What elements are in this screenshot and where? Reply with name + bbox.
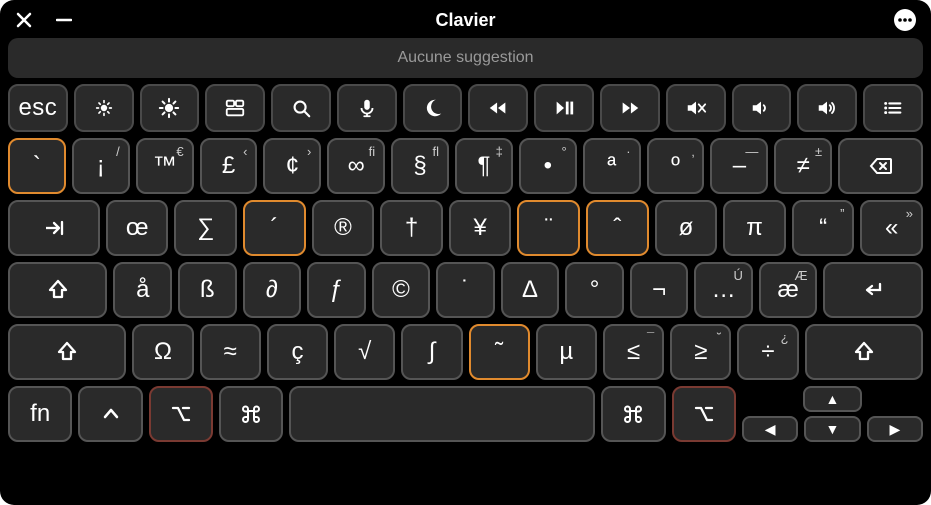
key-r-alt[interactable]: ® [312, 200, 375, 256]
brightness-down-key[interactable] [74, 84, 134, 132]
key-v-alt[interactable]: √ [334, 324, 395, 380]
option-right-key[interactable] [672, 386, 736, 442]
arrow-right-key[interactable]: ▶ [867, 416, 923, 442]
tab-key[interactable] [8, 200, 100, 256]
arrow-down-key[interactable]: ▼ [804, 416, 860, 442]
suggestion-text: Aucune suggestion [397, 49, 533, 67]
space-key[interactable] [289, 386, 595, 442]
key-w-alt[interactable]: ∑ [174, 200, 237, 256]
rewind-key[interactable] [468, 84, 528, 132]
arrow-up-key[interactable]: ▲ [803, 386, 862, 412]
key-o-alt[interactable]: ø [655, 200, 718, 256]
close-icon[interactable] [16, 12, 32, 28]
option-left-key[interactable] [149, 386, 213, 442]
more-icon[interactable] [893, 8, 917, 32]
command-right-key[interactable] [601, 386, 665, 442]
key-h-alt[interactable]: ˙ [436, 262, 495, 318]
shift-left-key[interactable] [8, 324, 126, 380]
key-i-alt[interactable]: ˆ [586, 200, 649, 256]
key-2-alt[interactable]: ™€ [136, 138, 194, 194]
volume-up-key[interactable] [797, 84, 857, 132]
key-4-alt[interactable]: ¢› [263, 138, 321, 194]
key-a-alt[interactable]: å [113, 262, 172, 318]
arrow-cluster: ▲ ◀ ▼ ▶ [742, 386, 923, 442]
minimize-icon[interactable] [56, 12, 72, 28]
mission-control-key[interactable] [205, 84, 265, 132]
key-0-alt[interactable]: º‚ [647, 138, 705, 194]
keyboard: esc `¡/™€£‹¢›∞fi§fl¶‡•°ª·º‚–—≠± œ∑´®†¥¨ˆ… [8, 84, 923, 497]
suggestion-bar: Aucune suggestion [8, 38, 923, 78]
key-t-alt[interactable]: † [380, 200, 443, 256]
key-n-alt[interactable]: ˜ [469, 324, 530, 380]
key-e-alt[interactable]: ´ [243, 200, 306, 256]
key-q-alt[interactable]: œ [106, 200, 169, 256]
keyboard-viewer-window: Clavier Aucune suggestion esc `¡/™€£‹¢›∞… [0, 0, 931, 505]
list-key[interactable] [863, 84, 923, 132]
dictation-key[interactable] [337, 84, 397, 132]
backspace-key[interactable] [838, 138, 923, 194]
titlebar: Clavier [8, 6, 923, 34]
key-x-alt[interactable]: ≈ [200, 324, 261, 380]
return-key[interactable] [823, 262, 922, 318]
key-b-alt[interactable]: ∫ [401, 324, 462, 380]
backtick-key[interactable]: ` [8, 138, 66, 194]
key-j-alt[interactable]: ∆ [501, 262, 560, 318]
key-z-alt[interactable]: Ω [132, 324, 193, 380]
command-left-key[interactable] [219, 386, 283, 442]
key-d-alt[interactable]: ∂ [243, 262, 302, 318]
shift-right-key[interactable] [805, 324, 923, 380]
key-5-alt[interactable]: ∞fi [327, 138, 385, 194]
key-rbracket-alt[interactable]: «» [860, 200, 923, 256]
key-1-alt[interactable]: ¡/ [72, 138, 130, 194]
key-7-alt[interactable]: ¶‡ [455, 138, 513, 194]
key-g-alt[interactable]: © [372, 262, 431, 318]
brightness-up-key[interactable] [140, 84, 200, 132]
key-minus-alt[interactable]: –— [710, 138, 768, 194]
key-8-alt[interactable]: •° [519, 138, 577, 194]
key-k-alt[interactable]: ° [565, 262, 624, 318]
key-u-alt[interactable]: ¨ [517, 200, 580, 256]
volume-down-key[interactable] [732, 84, 792, 132]
key-period-alt[interactable]: ≥˘ [670, 324, 731, 380]
key-3-alt[interactable]: £‹ [200, 138, 258, 194]
playpause-key[interactable] [534, 84, 594, 132]
control-key[interactable] [78, 386, 142, 442]
capslock-key[interactable] [8, 262, 107, 318]
key-semicolon-alt[interactable]: …Ú [694, 262, 753, 318]
window-title: Clavier [435, 10, 495, 31]
key-quote-alt[interactable]: æÆ [759, 262, 818, 318]
fn-key[interactable]: fn [8, 386, 72, 442]
key-p-alt[interactable]: π [723, 200, 786, 256]
esc-key[interactable]: esc [8, 84, 68, 132]
dnd-key[interactable] [403, 84, 463, 132]
key-f-alt[interactable]: ƒ [307, 262, 366, 318]
arrow-left-key[interactable]: ◀ [742, 416, 798, 442]
key-lbracket-alt[interactable]: “” [792, 200, 855, 256]
key-equal-alt[interactable]: ≠± [774, 138, 832, 194]
mute-key[interactable] [666, 84, 726, 132]
key-comma-alt[interactable]: ≤¯ [603, 324, 664, 380]
key-6-alt[interactable]: §fl [391, 138, 449, 194]
key-m-alt[interactable]: µ [536, 324, 597, 380]
key-l-alt[interactable]: ¬ [630, 262, 689, 318]
key-9-alt[interactable]: ª· [583, 138, 641, 194]
search-key[interactable] [271, 84, 331, 132]
forward-key[interactable] [600, 84, 660, 132]
key-y-alt[interactable]: ¥ [449, 200, 512, 256]
key-slash-alt[interactable]: ÷¿ [737, 324, 798, 380]
key-c-alt[interactable]: ç [267, 324, 328, 380]
key-s-alt[interactable]: ß [178, 262, 237, 318]
